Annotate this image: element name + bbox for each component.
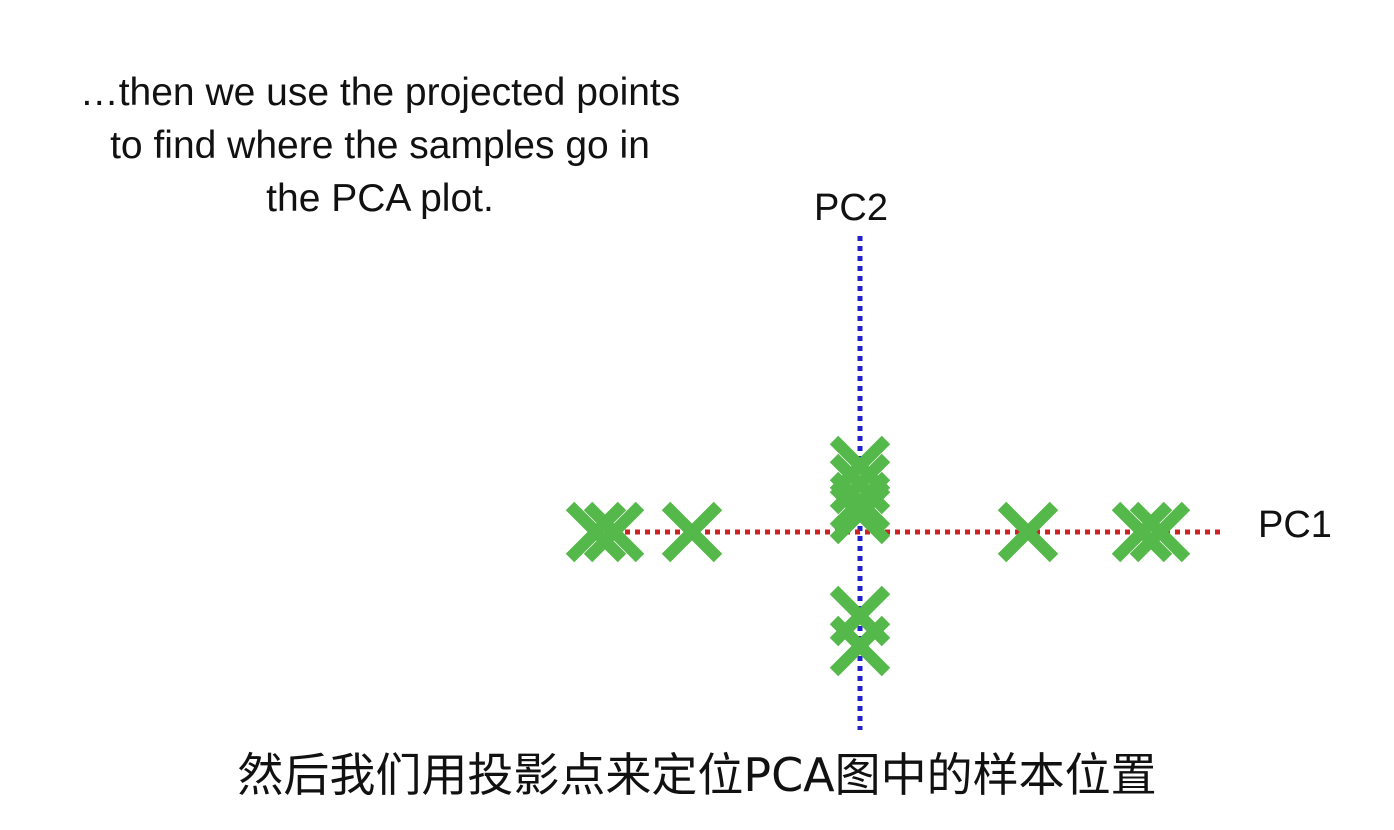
pca-plot: PC2 PC1 <box>565 187 1332 730</box>
subtitle: 然后我们用投影点来定位PCA图中的样本位置 <box>237 748 1157 802</box>
pc1-axis-label: PC1 <box>1258 504 1332 546</box>
sample-markers <box>565 435 1191 677</box>
pc2-axis-label: PC2 <box>814 187 888 229</box>
pc1-projection-marker <box>661 501 723 563</box>
